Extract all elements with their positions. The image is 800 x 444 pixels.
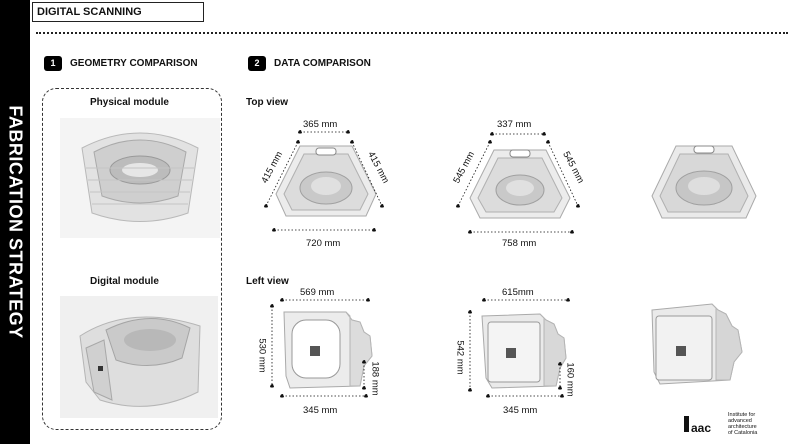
iaac-logo-text: Institute for advanced architecture of C…: [728, 412, 788, 436]
header-divider: [36, 32, 788, 34]
left-view-1-right-dim: 188 mm: [369, 361, 381, 396]
left-view-2-left-dim: 542 mm: [454, 340, 466, 375]
side-title: FABRICATION STRATEGY: [5, 105, 26, 339]
left-view-1-top-dim: 569 mm: [300, 287, 335, 298]
digital-module-label: Digital module: [90, 276, 159, 287]
section-1-badge: 1: [44, 56, 62, 71]
top-view-1-bottom-dim: 720 mm: [306, 238, 341, 249]
top-view-label: Top view: [246, 97, 289, 108]
top-view-2-top-dim: 337 mm: [497, 119, 532, 130]
left-view-2-right-dim: 160 mm: [564, 362, 576, 397]
section-1-title: GEOMETRY COMPARISON: [70, 58, 198, 69]
svg-text:aac: aac: [691, 421, 711, 435]
left-view-1-left-dim: 530 mm: [256, 338, 268, 373]
top-view-2-bottom-dim: 758 mm: [502, 238, 537, 249]
digital-module-image: [60, 296, 218, 418]
top-view-model-1-dimension-lines: [264, 129, 385, 233]
left-view-label: Left view: [246, 276, 289, 287]
left-view-model-3: [651, 303, 743, 385]
left-view-2-top-dim: 615mm: [502, 287, 534, 298]
top-view-model-2-dimension-lines: [456, 131, 581, 235]
physical-module-image: [60, 118, 220, 238]
section-2-badge: 2: [248, 56, 266, 71]
left-view-2-bottom-dim: 345 mm: [503, 405, 538, 416]
left-view-model-1-dimension-lines: [270, 298, 371, 399]
top-view-1-top-dim: 365 mm: [303, 119, 338, 130]
top-view-model-3: [651, 145, 757, 219]
page-title: DIGITAL SCANNING: [32, 2, 204, 22]
left-view-1-bottom-dim: 345 mm: [303, 405, 338, 416]
logo-line-4: of Catalonia: [728, 430, 758, 436]
section-2-title: DATA COMPARISON: [274, 58, 371, 69]
side-band: FABRICATION STRATEGY: [0, 0, 30, 444]
physical-module-label: Physical module: [90, 97, 169, 108]
iaac-logo-icon: aac: [684, 416, 711, 435]
